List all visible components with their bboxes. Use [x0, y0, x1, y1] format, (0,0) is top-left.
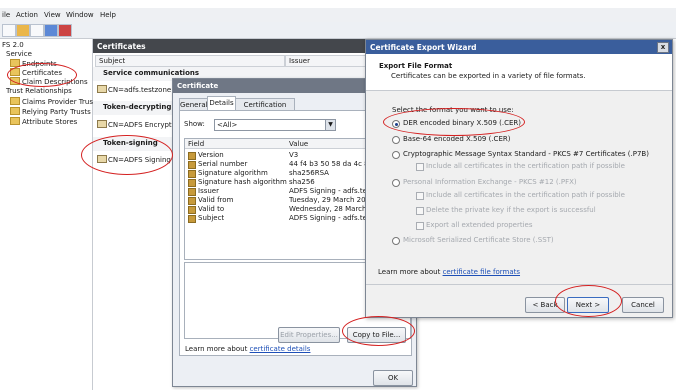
tree-item-endpoints[interactable]: Endpoints	[10, 59, 57, 68]
menu-action[interactable]: Action	[16, 11, 38, 19]
field-icon	[188, 188, 196, 196]
field-icon	[188, 152, 196, 160]
folder-icon	[10, 59, 20, 67]
certificate-export-wizard: Certificate Export Wizard x Export File …	[365, 39, 673, 318]
certificate-details-link[interactable]: certificate details	[250, 345, 311, 353]
certificate-icon	[97, 85, 107, 93]
column-value[interactable]: Value	[289, 140, 308, 148]
learn-more-file-formats: Learn more about certificate file format…	[378, 268, 521, 276]
folder-icon	[10, 77, 20, 85]
certificate-icon	[97, 120, 107, 128]
forward-arrow-icon[interactable]	[30, 24, 44, 37]
menu-window[interactable]: Window	[66, 11, 94, 19]
menu-help[interactable]: Help	[100, 11, 116, 19]
cert-row-signing[interactable]: CN=ADFS Signing - a	[97, 155, 182, 165]
column-subject[interactable]: Subject	[95, 55, 285, 67]
next-button[interactable]: Next >	[567, 297, 609, 313]
close-icon[interactable]: x	[657, 42, 669, 53]
copy-to-file-button[interactable]: Copy to File...	[347, 327, 406, 343]
wizard-subheading: Certificates can be exported in a variet…	[391, 72, 586, 80]
group-label: Token-decrypting	[103, 103, 172, 111]
certificate-icon	[97, 155, 107, 163]
pfx-export-props-label: Export all extended properties	[426, 221, 533, 229]
pkcs7-radio[interactable]	[392, 151, 400, 159]
footer-divider	[366, 284, 672, 285]
menu-view[interactable]: View	[44, 11, 61, 19]
folder-icon	[10, 68, 20, 76]
tree-item-attribute-stores[interactable]: Attribute Stores	[10, 117, 77, 126]
menu-bar: ile Action View Window Help	[0, 8, 676, 23]
pfx-delete-key-label: Delete the private key if the export is …	[426, 206, 596, 214]
show-label: Show:	[184, 120, 205, 128]
folder-icon[interactable]	[16, 24, 30, 37]
field-icon	[188, 179, 196, 187]
pfx-export-props-checkbox[interactable]	[416, 222, 424, 230]
show-dropdown-value: <All>	[217, 121, 238, 129]
sst-option-label[interactable]: Microsoft Serialized Certificate Store (…	[403, 236, 554, 244]
back-button[interactable]: < Back	[525, 297, 565, 313]
wizard-heading: Export File Format	[379, 62, 453, 70]
back-arrow-icon[interactable]	[2, 24, 16, 37]
base64-option-label[interactable]: Base-64 encoded X.509 (.CER)	[403, 135, 510, 143]
field-icon	[188, 197, 196, 205]
help-icon[interactable]	[58, 24, 72, 37]
pfx-delete-key-checkbox[interactable]	[416, 207, 424, 215]
tree-item-service[interactable]: Service	[6, 50, 32, 58]
navigation-tree: FS 2.0 Service Endpoints Certificates Cl…	[0, 39, 99, 390]
properties-icon[interactable]	[44, 24, 58, 37]
tab-details[interactable]: Details	[207, 96, 236, 111]
tree-item-trust-relationships[interactable]: Trust Relationships	[6, 87, 72, 95]
tree-item-certificates[interactable]: Certificates	[10, 68, 62, 77]
edit-properties-button[interactable]: Edit Properties...	[278, 327, 340, 343]
tree-item-claims-provider-trusts[interactable]: Claims Provider Trusts	[10, 97, 99, 106]
tree-item-claim-descriptions[interactable]: Claim Descriptions	[10, 77, 88, 86]
ok-button[interactable]: OK	[373, 370, 413, 386]
menu-file[interactable]: ile	[2, 11, 10, 19]
group-label: Token-signing	[103, 139, 158, 147]
pfx-include-path-checkbox[interactable]	[416, 192, 424, 200]
folder-icon	[10, 107, 20, 115]
column-field[interactable]: Field	[188, 140, 204, 148]
group-label: Service communications	[103, 69, 200, 77]
column-issuer-label: Issuer	[289, 57, 310, 65]
folder-icon	[10, 117, 20, 125]
field-icon	[188, 170, 196, 178]
pfx-include-path-label: Include all certificates in the certific…	[426, 191, 625, 199]
pkcs7-include-path-checkbox[interactable]	[416, 163, 424, 171]
cancel-button[interactable]: Cancel	[622, 297, 664, 313]
file-formats-link[interactable]: certificate file formats	[443, 268, 520, 276]
pfx-option-label[interactable]: Personal Information Exchange - PKCS #12…	[403, 178, 577, 186]
format-prompt: Select the format you want to use:	[392, 106, 514, 114]
sst-radio[interactable]	[392, 237, 400, 245]
pfx-radio[interactable]	[392, 179, 400, 187]
cert-row-ssl[interactable]: CN=adfs.testzone.loc	[97, 85, 184, 95]
tree-item-relying-party-trusts[interactable]: Relying Party Trusts	[10, 107, 91, 116]
column-subject-label: Subject	[99, 57, 126, 65]
pane-title: Certificates	[97, 42, 146, 51]
field-icon	[188, 161, 196, 169]
chevron-down-icon[interactable]: ▼	[325, 120, 335, 130]
der-radio[interactable]	[392, 120, 400, 128]
field-icon	[188, 215, 196, 223]
cert-row-encryption[interactable]: CN=ADFS Encryption	[97, 120, 182, 130]
dialog-title: Certificate	[177, 82, 219, 90]
base64-radio[interactable]	[392, 136, 400, 144]
folder-icon	[10, 97, 20, 105]
wizard-title-bar: Certificate Export Wizard x	[366, 40, 672, 54]
field-icon	[188, 206, 196, 214]
show-dropdown[interactable]: <All> ▼	[214, 119, 336, 131]
wizard-header: Export File Format Certificates can be e…	[366, 54, 672, 91]
der-option-label[interactable]: DER encoded binary X.509 (.CER)	[403, 119, 521, 127]
learn-more-certificate-details: Learn more about certificate details	[185, 345, 311, 353]
pkcs7-option-label[interactable]: Cryptographic Message Syntax Standard - …	[403, 150, 649, 158]
tree-root[interactable]: FS 2.0	[2, 41, 24, 49]
column-issuer[interactable]: Issuer	[285, 55, 367, 67]
wizard-title: Certificate Export Wizard	[370, 43, 477, 52]
toolbar	[0, 22, 676, 39]
pkcs7-include-path-label: Include all certificates in the certific…	[426, 162, 625, 170]
cert-subject: CN=ADFS Signing - a	[108, 156, 183, 164]
pane-header: Certificates	[93, 39, 368, 53]
